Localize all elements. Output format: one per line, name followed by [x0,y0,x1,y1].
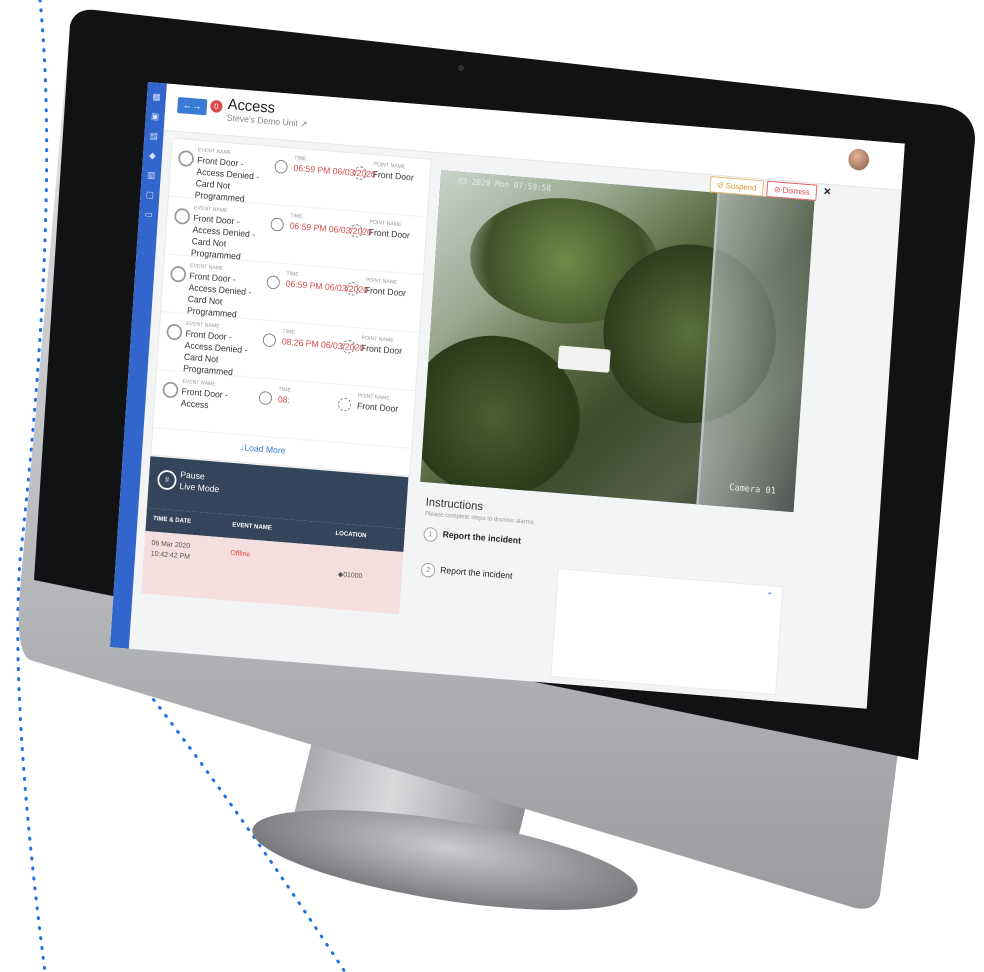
clock-icon [274,159,288,174]
clock-icon [262,333,277,348]
col-location[interactable]: LOCATION [335,530,366,539]
alarm-event-icon [166,323,183,341]
point-name: Front Door [356,401,399,415]
row-event: Offline [230,548,251,559]
chevron-up-icon[interactable]: ⌃ [795,204,803,214]
point-name-label: POINT NAME [361,335,394,344]
site-link[interactable]: Steve's Demo Unit ↗ [227,114,308,130]
avatar[interactable] [847,148,870,172]
point-name-label: POINT NAME [357,393,390,402]
pause-icon: II [156,469,178,491]
alarm-event-icon [170,265,187,283]
clock-icon [266,275,281,290]
col-event-name[interactable]: EVENT NAME [232,522,272,531]
close-icon[interactable]: × [823,184,831,199]
row-location-value: 01000 [342,570,363,580]
step-1-text[interactable]: Report the incident [442,530,521,546]
clock-icon [270,217,285,232]
collapse-chevron-icon[interactable]: ⌃ [766,591,774,601]
point-name-label: POINT NAME [373,162,406,171]
point-icon [337,397,352,412]
step-detail-card: ⌃ [550,568,784,696]
point-name: Front Door [360,343,403,357]
bell-icon[interactable]: ◆ [148,151,157,162]
instructions-title: Instructions [425,494,484,513]
point-name: Front Door [364,285,407,299]
event-name: Front Door - Access [180,387,229,411]
time-label: TIME [286,271,299,278]
time-label: TIME [278,387,292,394]
dismiss-label: Dismiss [782,185,810,197]
truck-in-feed [557,345,611,373]
point-name: Front Door [368,227,411,242]
col-time-date[interactable]: TIME & DATE [153,516,191,525]
time-label: TIME [290,213,303,220]
site-name: Steve's Demo Unit [226,113,299,130]
event-list: EVENT NAME Front Door - Access Denied - C… [150,137,432,477]
monitor: ▦ ▣ ▤ ◆ ▥ ▢ ▭ ←→ 0 Access Steve's Demo U… [0,0,984,972]
alarm-event-icon [162,381,179,399]
report-icon[interactable]: ▥ [147,171,156,181]
instructions-panel: Instructions Please complete steps to di… [407,485,794,702]
external-link-icon: ↗ [299,119,308,130]
camera-feed[interactable]: 03-2020 Mon 07:59:58 Camera 01 ⌃ [420,170,815,513]
time-label: TIME [294,155,307,163]
point-name: Front Door [372,170,415,184]
alarm-event-icon [177,149,195,168]
time-label: TIME [282,329,295,336]
contacts-icon[interactable]: ▣ [151,112,160,123]
row-date: 06 Mar 2020 [151,538,191,550]
row-location: ◆ 01000 [337,569,363,580]
point-name-label: POINT NAME [365,277,398,286]
row-time: 10:42:42 PM [150,549,191,561]
monitor-icon[interactable]: ▭ [144,210,153,221]
step-2-text[interactable]: Report the incident [440,566,513,582]
alarm-event-icon [173,207,191,225]
alarm-badge: 0 [209,99,223,114]
calendar-icon[interactable]: ▢ [145,190,154,201]
instructions-subtitle: Please complete steps to dismiss alarms [424,510,534,526]
step-1-number: 1 [423,526,438,543]
pause-label: Pause [179,470,206,483]
event-time: 08: [277,395,291,406]
step-2-number: 2 [420,562,436,578]
point-name-label: POINT NAME [369,219,402,228]
nav-arrows-button[interactable]: ←→ [177,96,208,116]
dashboard-icon[interactable]: ▦ [152,92,161,103]
clock-icon [258,390,273,406]
live-mode-label: Live Mode [179,481,220,495]
app-screen: ▦ ▣ ▤ ◆ ▥ ▢ ▭ ←→ 0 Access Steve's Demo U… [109,82,905,709]
list-icon[interactable]: ▤ [149,131,158,142]
suspend-label: Suspend [725,180,757,193]
